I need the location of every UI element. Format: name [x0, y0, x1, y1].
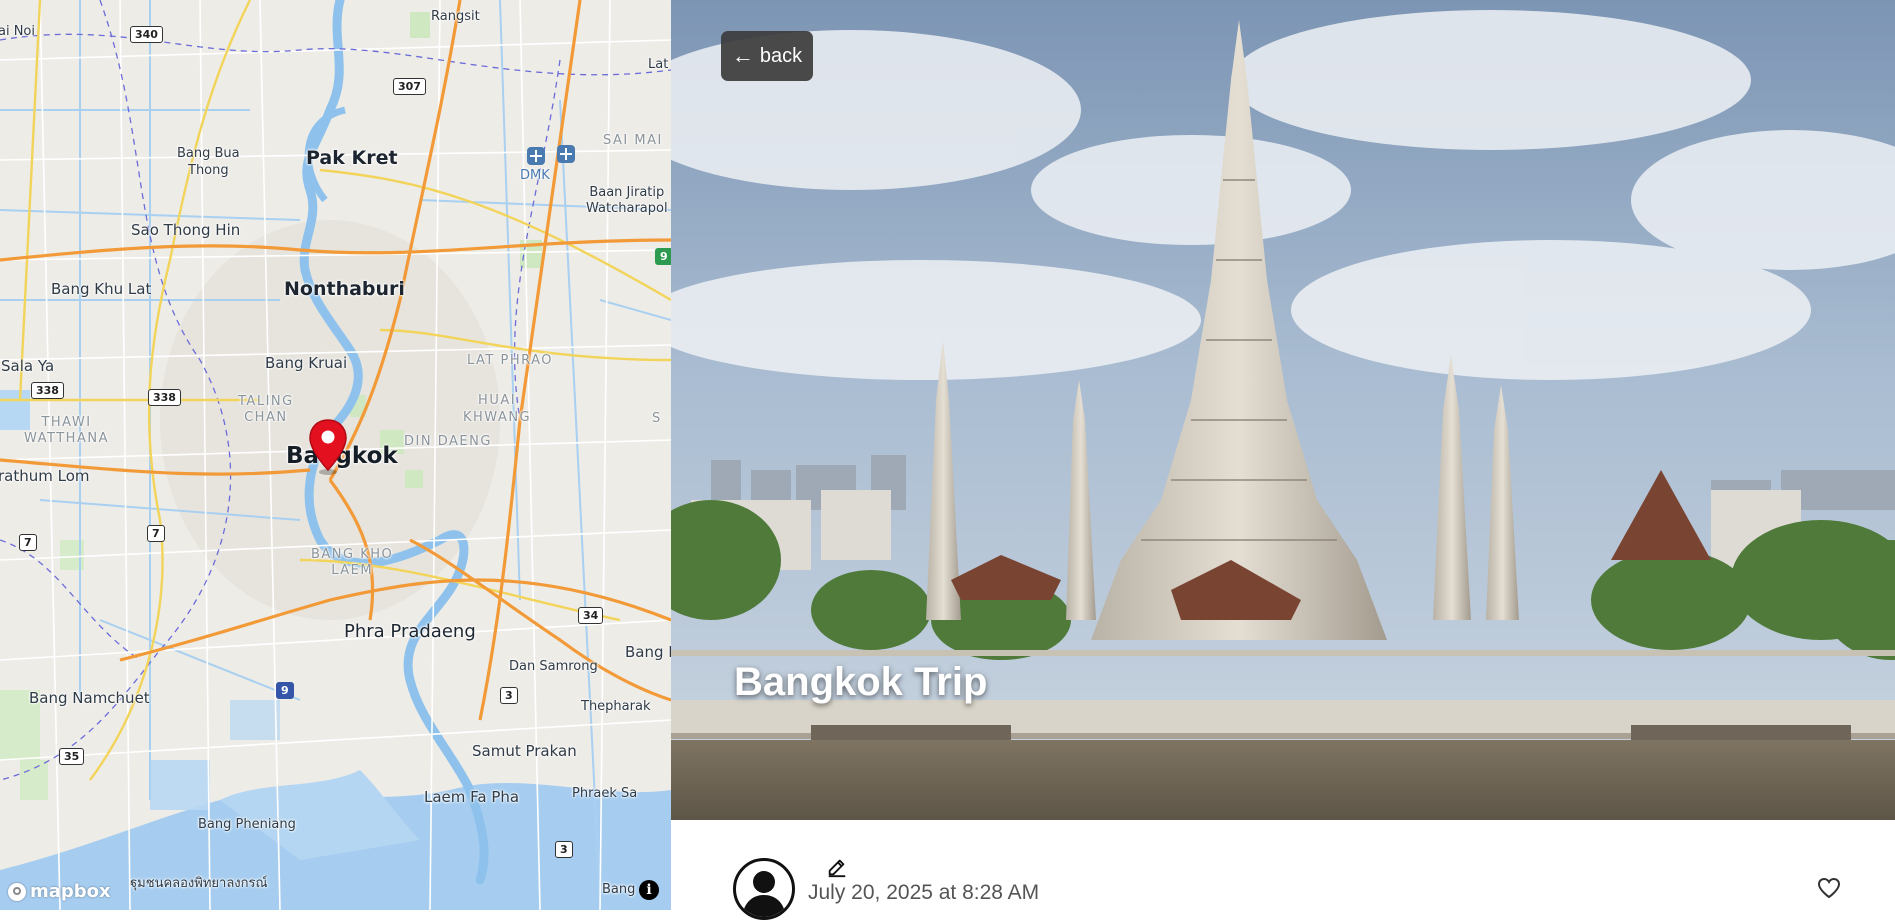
route-shield-34: 34: [578, 607, 604, 624]
route-shield-9: 9: [276, 682, 294, 699]
place-label-samut-prakan: Samut Prakan: [472, 742, 577, 760]
route-shield-340: 340: [130, 26, 163, 43]
edit-icon[interactable]: [826, 856, 848, 878]
mapbox-logo-text: mapbox: [30, 881, 111, 902]
route-shield-9-right: 9: [655, 248, 671, 265]
place-label-sai-mai: SAI MAI: [603, 133, 663, 148]
place-label-bang-bottom: Bang: [602, 882, 636, 897]
map-marker-icon[interactable]: [307, 418, 349, 476]
place-label-bang-namchuet: Bang Namchuet: [29, 689, 150, 707]
post-date: July 20, 2025 at 8:28 AM: [808, 881, 1040, 904]
place-label-bang-bua-thong: Bang Bua Thong: [177, 146, 240, 178]
place-label-sala-ya: Sala Ya: [1, 357, 55, 375]
place-label-huai-khwang: HUAI KHWANG: [463, 393, 532, 425]
route-shield-3-bottom: 3: [555, 841, 573, 858]
route-shield-307: 307: [393, 78, 426, 95]
left-arrow-icon: ←: [731, 43, 754, 68]
place-label-lat-phrao: LAT PHRAO: [467, 353, 554, 368]
place-label-bang-k: Bang K: [625, 643, 671, 661]
mapbox-logo[interactable]: mapbox: [8, 881, 111, 902]
route-shield-7: 7: [147, 525, 165, 542]
place-label-rathum-lom: rathum Lom: [0, 467, 90, 485]
place-label-laem-fa-pha: Laem Fa Pha: [424, 788, 520, 806]
route-shield-7-left: 7: [19, 534, 37, 551]
heart-icon[interactable]: [1817, 876, 1841, 900]
user-avatar-icon[interactable]: [733, 858, 795, 920]
airport-icon: [527, 145, 575, 165]
place-label-sai-noi: ai Noi: [0, 24, 36, 39]
map-panel[interactable]: Rangsit ai Noi Lat Bang Bua Thong Pak Kr…: [0, 0, 671, 910]
info-icon[interactable]: i: [639, 880, 659, 900]
place-label-thawi-watthana: THAWI WATTHANA: [24, 415, 109, 446]
place-label-bang-pheniang: Bang Pheniang: [198, 817, 296, 832]
place-label-pak-kret: Pak Kret: [306, 147, 398, 169]
place-label-rangsit: Rangsit: [431, 9, 480, 24]
place-label-dan-samrong: Dan Samrong: [509, 659, 598, 674]
place-label-phraek-sa: Phraek Sa: [572, 786, 638, 801]
post-meta: July 20, 2025 at 8:28 AM: [671, 820, 1895, 920]
place-label-taling-chan: TALING CHAN: [238, 394, 294, 425]
route-shield-3: 3: [500, 687, 518, 704]
place-label-nonthaburi: Nonthaburi: [284, 278, 405, 300]
place-label-phra-pradaeng: Phra Pradaeng: [344, 621, 476, 642]
place-label-baan-jiratip: Baan Jiratip Watcharapol: [586, 185, 668, 216]
route-shield-338: 338: [148, 389, 181, 406]
place-label-bang-kruai: Bang Kruai: [265, 354, 348, 372]
place-label-bang-khu-lat: Bang Khu Lat: [51, 280, 152, 298]
place-label-bang-kho-laem: BANG KHO LAEM: [311, 547, 394, 578]
place-label-sao-thong-hin: Sao Thong Hin: [131, 221, 241, 239]
back-button-label: back: [759, 44, 803, 67]
place-label-din-daeng: DIN DAENG: [404, 434, 492, 449]
place-label-s: S: [652, 411, 662, 426]
route-shield-338-left: 338: [31, 382, 64, 399]
route-shield-35: 35: [59, 748, 85, 765]
place-label-dmk: DMK: [520, 168, 550, 183]
back-button[interactable]: ← back: [721, 31, 813, 81]
place-label-thepharak: Thepharak: [581, 699, 651, 714]
trip-title: Bangkok Trip: [734, 660, 988, 704]
mapbox-logo-icon: [8, 882, 26, 901]
hero-photo: ← back Bangkok Trip: [671, 0, 1895, 820]
place-label-lat: Lat: [648, 57, 669, 72]
place-label-thai-canal: ฐุมชนคลองพิทยาลงกรณ์: [130, 876, 268, 891]
